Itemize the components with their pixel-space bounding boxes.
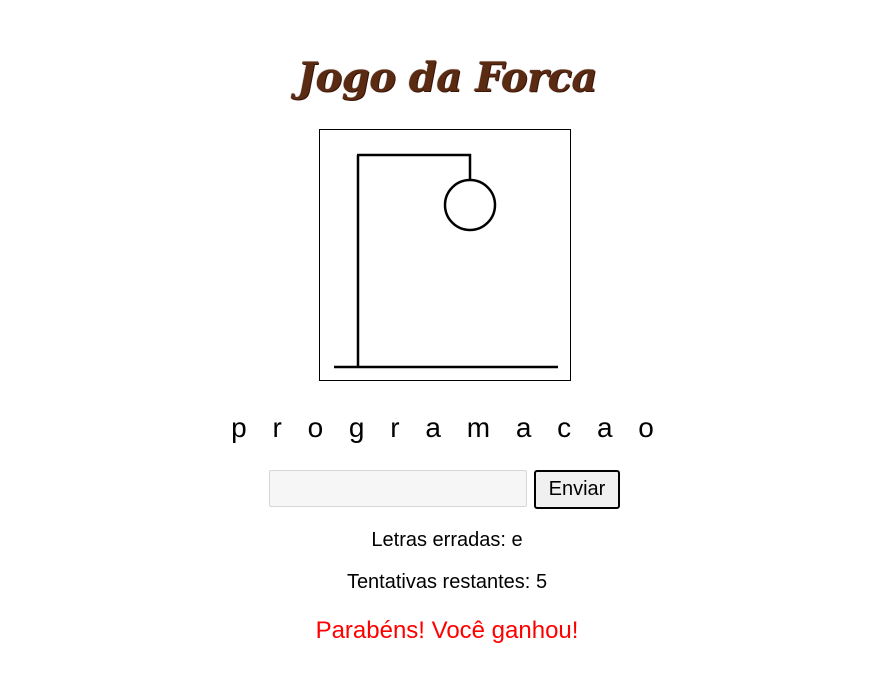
remaining-attempts-label: Tentativas restantes: xyxy=(346,571,531,593)
hangman-head xyxy=(443,178,497,232)
letter-input[interactable] xyxy=(269,470,527,507)
hangman-canvas xyxy=(319,129,571,381)
word-display: p r o g r a m a c a o xyxy=(231,412,663,443)
wrong-letters: Letras erradas: e xyxy=(0,528,894,552)
send-button[interactable]: Enviar xyxy=(534,470,620,509)
page: Jogo da Forca p r o g r a m a c a o Envi… xyxy=(0,0,894,683)
page-title: Jogo da Forca xyxy=(297,54,597,101)
hangman-drawing xyxy=(334,153,558,369)
remaining-attempts-value: 5 xyxy=(535,571,548,593)
result-message: Parabéns! Você ganhou! xyxy=(315,617,579,644)
wrong-letters-value: e xyxy=(511,529,523,551)
wrong-letters-label: Letras erradas: xyxy=(371,529,506,551)
remaining-attempts: Tentativas restantes: 5 xyxy=(0,570,894,594)
